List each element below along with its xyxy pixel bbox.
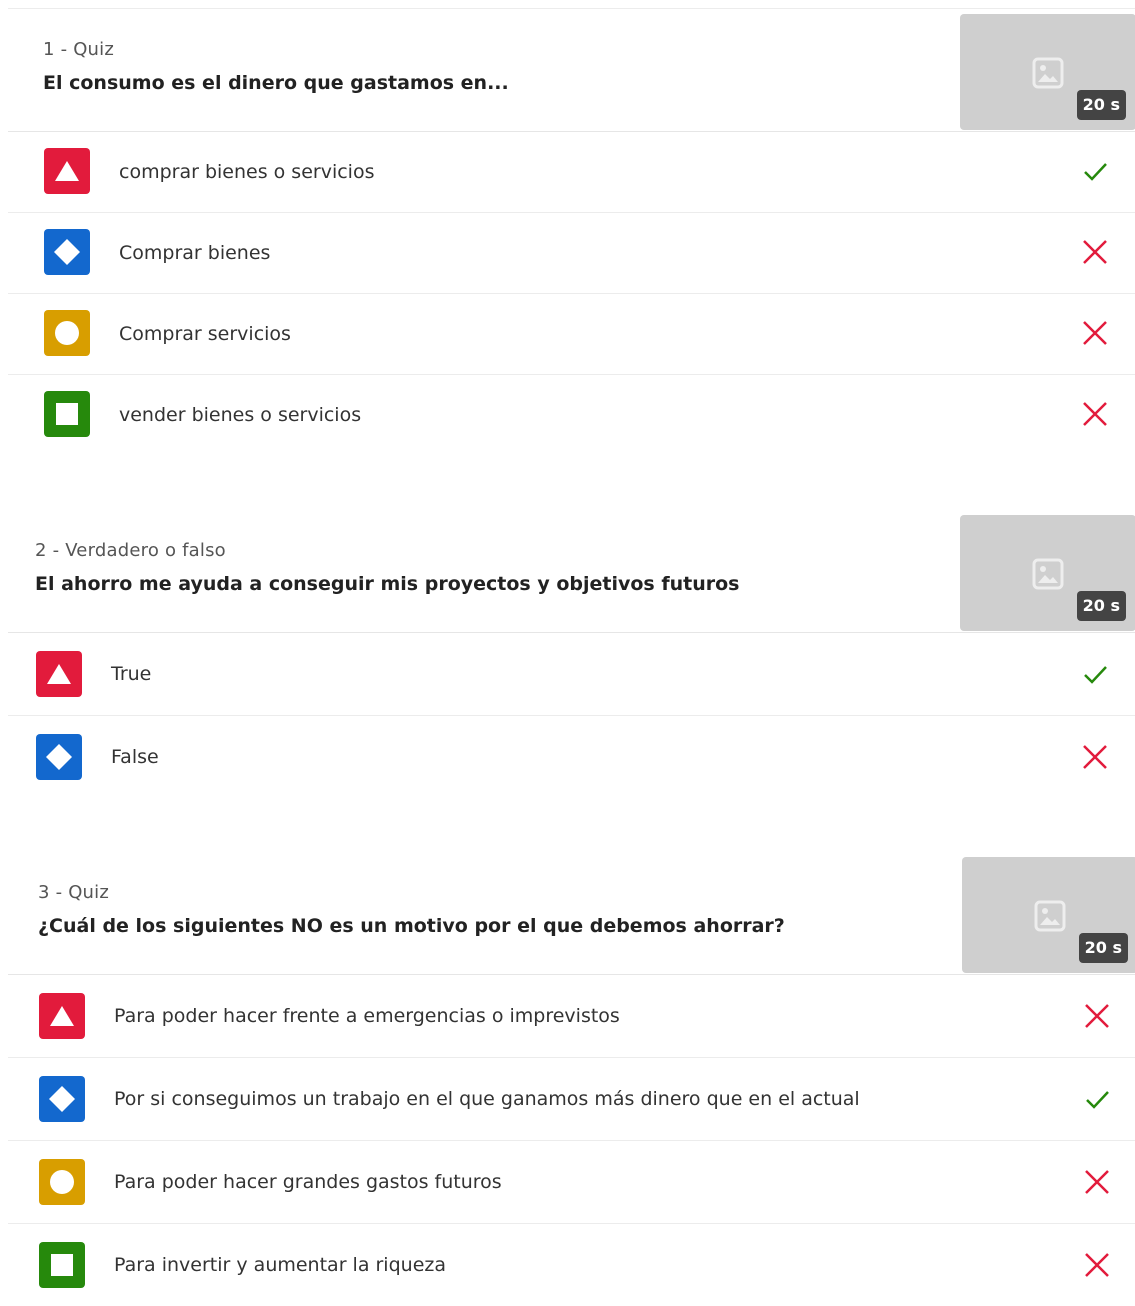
- question-type-label: 3 - Quiz: [38, 882, 110, 903]
- answer-text: comprar bienes o servicios: [119, 161, 375, 183]
- question-header: 3 - Quiz ¿Cuál de los siguientes NO es u…: [8, 851, 1135, 975]
- question-image-thumbnail[interactable]: 20 s: [960, 515, 1135, 631]
- answer-row: False: [8, 716, 1135, 798]
- question-image-thumbnail[interactable]: 20 s: [960, 14, 1135, 130]
- triangle-icon: [44, 148, 90, 194]
- question-title: El ahorro me ayuda a conseguir mis proye…: [35, 573, 740, 595]
- check-icon: [1084, 163, 1107, 181]
- time-limit-badge: 20 s: [1076, 90, 1126, 120]
- answer-text: vender bienes o servicios: [119, 404, 362, 426]
- answer-row: comprar bienes o servicios: [8, 132, 1135, 213]
- question-block: 1 - Quiz El consumo es el dinero que gas…: [8, 8, 1135, 455]
- circle-icon: [44, 310, 90, 356]
- question-block: 3 - Quiz ¿Cuál de los siguientes NO es u…: [8, 851, 1135, 1306]
- answer-row: Comprar servicios: [8, 294, 1135, 375]
- answer-row: vender bienes o servicios: [8, 375, 1135, 455]
- image-icon: [1032, 57, 1064, 89]
- question-block: 2 - Verdadero o falso El ahorro me ayuda…: [8, 509, 1135, 798]
- question-image-thumbnail[interactable]: 20 s: [962, 857, 1135, 973]
- answer-row: Comprar bienes: [8, 213, 1135, 294]
- cross-icon: [1085, 1170, 1109, 1194]
- cross-icon: [1083, 240, 1107, 264]
- check-icon: [1084, 666, 1107, 684]
- question-header: 2 - Verdadero o falso El ahorro me ayuda…: [8, 509, 1135, 633]
- answer-text: Por si conseguimos un trabajo en el que …: [114, 1088, 860, 1110]
- question-type-label: 1 - Quiz: [43, 39, 115, 60]
- answer-row: Para invertir y aumentar la riqueza: [8, 1224, 1135, 1306]
- question-type-label: 2 - Verdadero o falso: [35, 540, 226, 561]
- answer-text: Para poder hacer grandes gastos futuros: [114, 1171, 502, 1193]
- question-title: ¿Cuál de los siguientes NO es un motivo …: [38, 915, 785, 937]
- answer-text: Comprar bienes: [119, 242, 271, 264]
- diamond-icon: [36, 734, 82, 780]
- answer-text: False: [111, 746, 159, 768]
- cross-icon: [1083, 745, 1107, 769]
- square-icon: [39, 1242, 85, 1288]
- answer-row: True: [8, 633, 1135, 716]
- triangle-icon: [39, 993, 85, 1039]
- answer-text: Para poder hacer frente a emergencias o …: [114, 1005, 620, 1027]
- answer-text: True: [111, 663, 152, 685]
- time-limit-badge: 20 s: [1076, 591, 1126, 621]
- check-icon: [1086, 1091, 1109, 1109]
- question-header: 1 - Quiz El consumo es el dinero que gas…: [8, 8, 1135, 132]
- question-title: El consumo es el dinero que gastamos en.…: [43, 72, 509, 94]
- cross-icon: [1083, 402, 1107, 426]
- cross-icon: [1085, 1253, 1109, 1277]
- square-icon: [44, 391, 90, 437]
- image-icon: [1034, 900, 1066, 932]
- answer-row: Para poder hacer frente a emergencias o …: [8, 975, 1135, 1058]
- cross-icon: [1085, 1004, 1109, 1028]
- circle-icon: [39, 1159, 85, 1205]
- triangle-icon: [36, 651, 82, 697]
- diamond-icon: [39, 1076, 85, 1122]
- diamond-icon: [44, 229, 90, 275]
- answer-row: Para poder hacer grandes gastos futuros: [8, 1141, 1135, 1224]
- time-limit-badge: 20 s: [1078, 933, 1128, 963]
- cross-icon: [1083, 321, 1107, 345]
- image-icon: [1032, 558, 1064, 590]
- answer-text: Comprar servicios: [119, 323, 291, 345]
- answer-row: Por si conseguimos un trabajo en el que …: [8, 1058, 1135, 1141]
- answer-text: Para invertir y aumentar la riqueza: [114, 1254, 446, 1276]
